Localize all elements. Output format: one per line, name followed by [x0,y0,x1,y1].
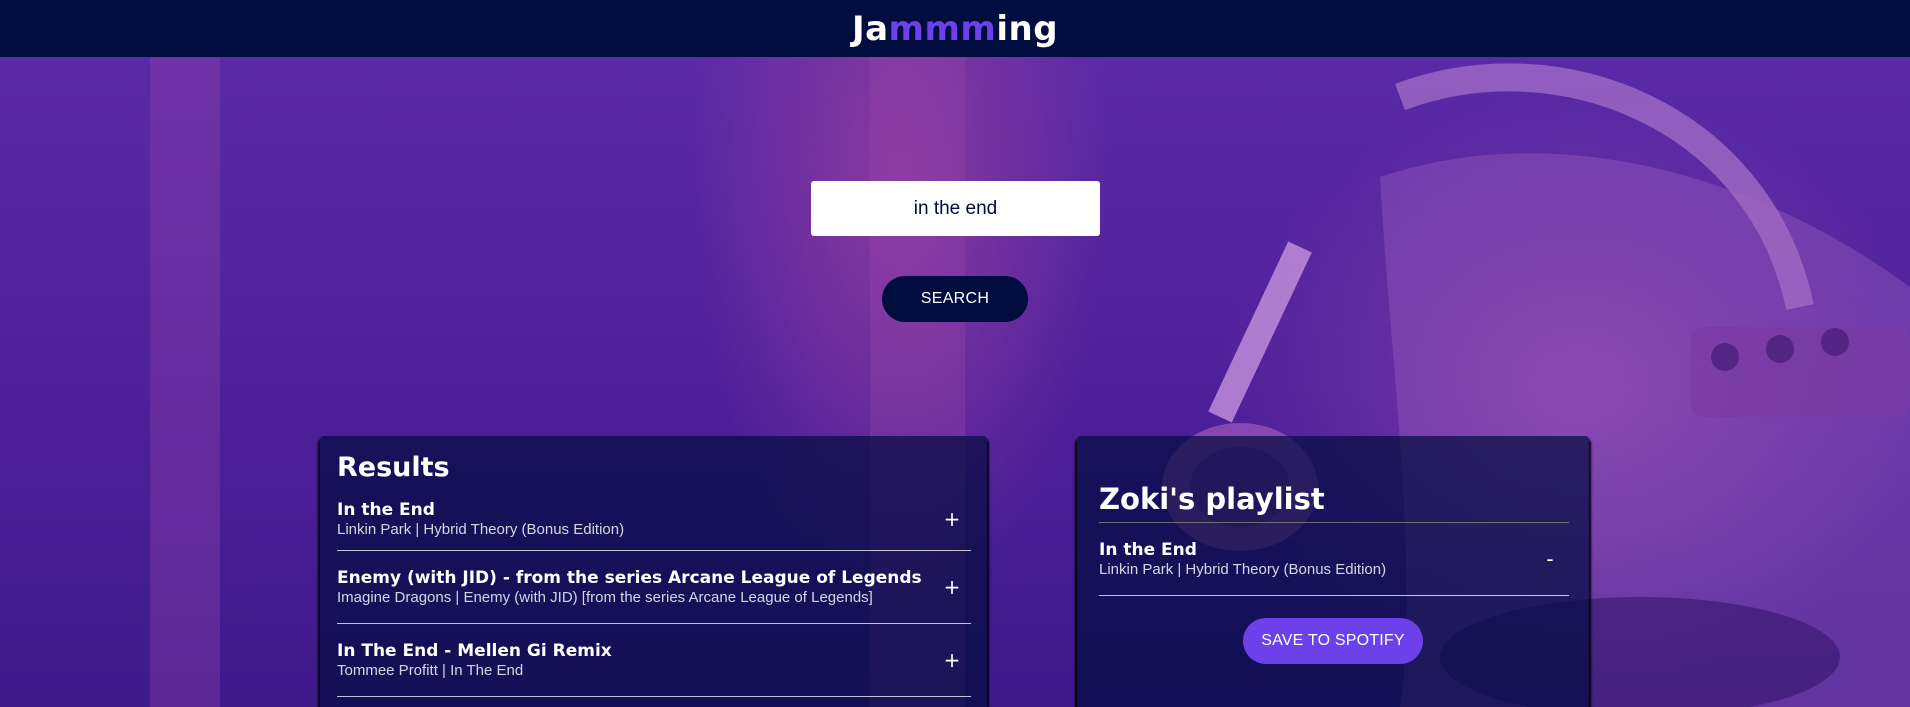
playlist-name-input[interactable] [1099,476,1569,523]
playlist-track: In the End Linkin Park | Hybrid Theory (… [1099,523,1569,596]
results-title: Results [337,452,450,483]
track-artist-album: Linkin Park | Hybrid Theory (Bonus Editi… [337,521,625,538]
track-name: In the End [1099,540,1197,560]
track-name: Enemy (with JID) - from the series Arcan… [337,568,922,588]
track-artist-album: Imagine Dragons | Enemy (with JID) [from… [337,589,873,606]
track-info: In the End Linkin Park | Hybrid Theory (… [1099,539,1537,579]
remove-track-button[interactable]: - [1537,547,1563,571]
playlist-panel: In the End Linkin Park | Hybrid Theory (… [1077,436,1589,707]
search-button[interactable]: SEARCH [882,276,1028,322]
track-artist-album: Tommee Profitt | In The End [337,662,524,679]
app-header: Jammming [0,0,1910,57]
results-panel: Results In the End Linkin Park | Hybrid … [320,436,987,707]
track-info: In the End Linkin Park | Hybrid Theory (… [337,499,939,539]
track-info: In The End - Mellen Gi Remix Tommee Prof… [337,640,939,680]
track-artist-album: Linkin Park | Hybrid Theory (Bonus Editi… [1099,561,1387,578]
search-input[interactable] [811,181,1100,236]
result-track: In the End Linkin Park | Hybrid Theory (… [337,488,971,551]
add-track-button[interactable]: + [939,648,965,672]
track-name: In The End - Mellen Gi Remix [337,641,612,661]
logo-accent: mmm [888,8,997,49]
logo-suffix: ing [996,8,1059,49]
result-track: Enemy (with JID) - from the series Arcan… [337,551,971,624]
save-to-spotify-button[interactable]: SAVE TO SPOTIFY [1243,618,1423,664]
app-logo: Jammming [852,9,1058,49]
add-track-button[interactable]: + [939,575,965,599]
result-track: In The End - Mellen Gi Remix Tommee Prof… [337,624,971,697]
track-info: Enemy (with JID) - from the series Arcan… [337,567,939,607]
logo-prefix: Ja [851,8,889,49]
track-name: In the End [337,500,435,520]
add-track-button[interactable]: + [939,507,965,531]
